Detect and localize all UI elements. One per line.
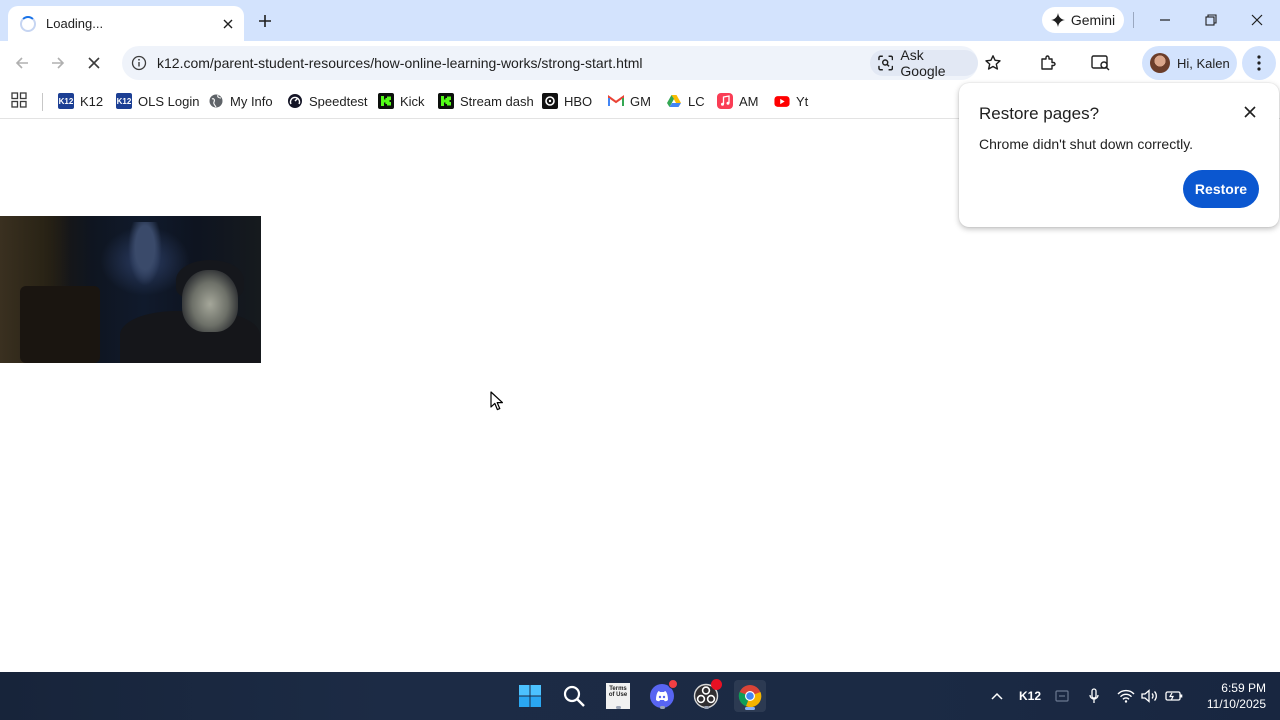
bookmark-my-info[interactable]: My Info [208,91,273,111]
gemini-button[interactable]: Gemini [1042,7,1124,33]
chevron-up-icon[interactable] [988,686,1006,706]
tab-close-icon[interactable] [218,14,238,34]
tab-title: Loading... [46,16,104,31]
chrome-menu-icon[interactable] [1242,46,1276,80]
gemini-icon [1050,13,1065,27]
hbo-icon [542,93,558,109]
volume-icon[interactable] [1140,686,1160,706]
obs-icon[interactable] [690,679,722,712]
bookmark-gm[interactable]: GM [608,91,651,111]
site-info-icon[interactable] [130,54,148,72]
active-indicator [745,707,755,710]
bookmark-star-icon[interactable] [984,54,1002,72]
bookmark-stream-dash[interactable]: Stream dash [438,91,534,111]
bookmark-lc[interactable]: LC [666,91,705,111]
start-icon[interactable] [514,680,546,712]
youtube-icon [774,93,790,109]
restore-button[interactable]: Restore [1183,170,1259,208]
drive-icon [666,93,682,109]
divider [42,93,43,111]
globe-icon [208,93,224,109]
active-tab[interactable]: Loading... [8,6,244,41]
ask-google-label: Ask Google [900,47,946,79]
mouse-cursor-icon [490,391,504,411]
url-text[interactable]: k12.com/parent-student-resources/how-onl… [157,55,643,71]
k12-tray-label[interactable]: K12 [1018,686,1042,706]
close-window-icon[interactable] [1246,10,1268,30]
dialog-title: Restore pages? [979,104,1100,123]
ask-google-button[interactable]: Ask Google [870,47,978,79]
terms-of-use-icon[interactable]: Terms of Use [602,680,634,712]
bookmark-label: Stream dash [460,93,534,109]
gmail-icon [608,93,624,109]
k12-icon: K12 [116,93,132,109]
wifi-icon[interactable] [1116,686,1136,706]
toolbar: k12.com/parent-student-resources/how-onl… [0,41,1280,85]
apps-grid-icon[interactable] [10,91,30,111]
minimize-icon[interactable] [1154,10,1176,30]
microphone-icon[interactable] [1085,686,1103,706]
running-indicator [616,706,621,709]
bookmark-label: Speedtest [309,93,368,109]
bookmark-label: Kick [400,93,425,109]
forward-icon[interactable] [46,51,70,75]
k12-icon: K12 [58,93,74,109]
clock-date: 11/10/2025 [1206,697,1266,711]
bookmark-label: K12 [80,93,104,109]
notification-badge [668,679,678,689]
gemini-label: Gemini [1070,12,1116,28]
bookmark-yt[interactable]: Yt [774,91,808,111]
system-clock[interactable]: 6:59 PM 11/10/2025 [1196,680,1266,712]
running-indicator [704,706,709,709]
loading-spinner-icon [20,15,36,32]
bookmark-label: Yt [796,93,809,109]
bookmark-kick[interactable]: Kick [378,91,425,111]
bookmark-ols-login[interactable]: K12 OLS Login [116,91,199,111]
bookmark-k12[interactable]: K12 K12 [58,91,103,111]
kick-icon [438,93,454,109]
restore-pages-dialog: Restore pages? Chrome didn't shut down c… [959,83,1279,227]
bookmark-label: AM [739,93,759,109]
webcam-overlay [0,216,261,363]
profile-label: Hi, Kalen [1177,55,1230,71]
lens-icon [878,55,894,71]
search-icon[interactable] [558,680,590,712]
speedtest-icon [287,93,303,109]
battery-icon[interactable] [1164,686,1184,706]
discord-icon[interactable] [646,679,678,712]
recording-badge [711,679,722,690]
tab-strip: Loading... Gemini [0,0,1280,41]
bookmark-speedtest[interactable]: Speedtest [287,91,368,111]
extensions-icon[interactable] [1037,52,1059,74]
address-bar[interactable]: k12.com/parent-student-resources/how-onl… [122,46,1001,80]
dialog-message: Chrome didn't shut down correctly. [979,136,1194,152]
bookmark-am[interactable]: AM [717,91,759,111]
apple-music-icon [717,93,733,109]
stop-loading-icon[interactable] [82,51,106,75]
running-indicator [660,706,665,709]
restore-window-icon[interactable] [1200,10,1222,30]
taskbar: Terms of Use K12 [0,672,1280,720]
clock-time: 6:59 PM [1221,681,1266,695]
close-icon[interactable] [1241,103,1259,121]
tray-app-icon[interactable] [1053,686,1071,706]
profile-button[interactable]: Hi, Kalen [1142,46,1237,80]
bookmark-label: My Info [230,93,273,109]
chrome-icon[interactable] [734,680,766,712]
avatar [1150,53,1170,73]
divider [1133,12,1134,28]
tab-search-icon[interactable] [1090,52,1112,74]
bookmark-label: GM [630,93,651,109]
bookmark-label: HBO [564,93,593,109]
back-icon[interactable] [10,51,34,75]
bookmark-label: LC [688,93,705,109]
new-tab-icon[interactable] [254,10,276,32]
bookmark-hbo[interactable]: HBO [542,91,592,111]
bookmark-label: OLS Login [138,93,200,109]
kick-icon [378,93,394,109]
